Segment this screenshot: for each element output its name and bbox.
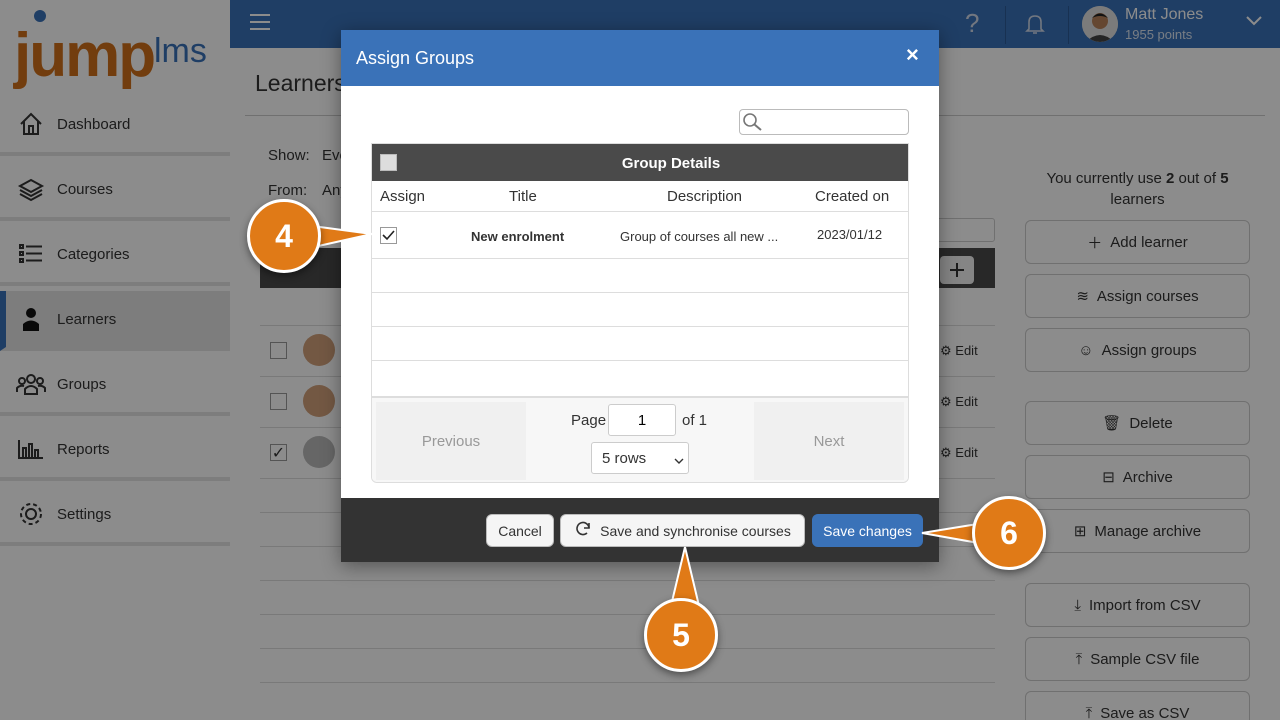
callout-badge-4: 4	[247, 199, 321, 273]
callout-badge-6: 6	[972, 496, 1046, 570]
callout-badge-5: 5	[644, 598, 718, 672]
callout-pointers	[304, 223, 991, 611]
